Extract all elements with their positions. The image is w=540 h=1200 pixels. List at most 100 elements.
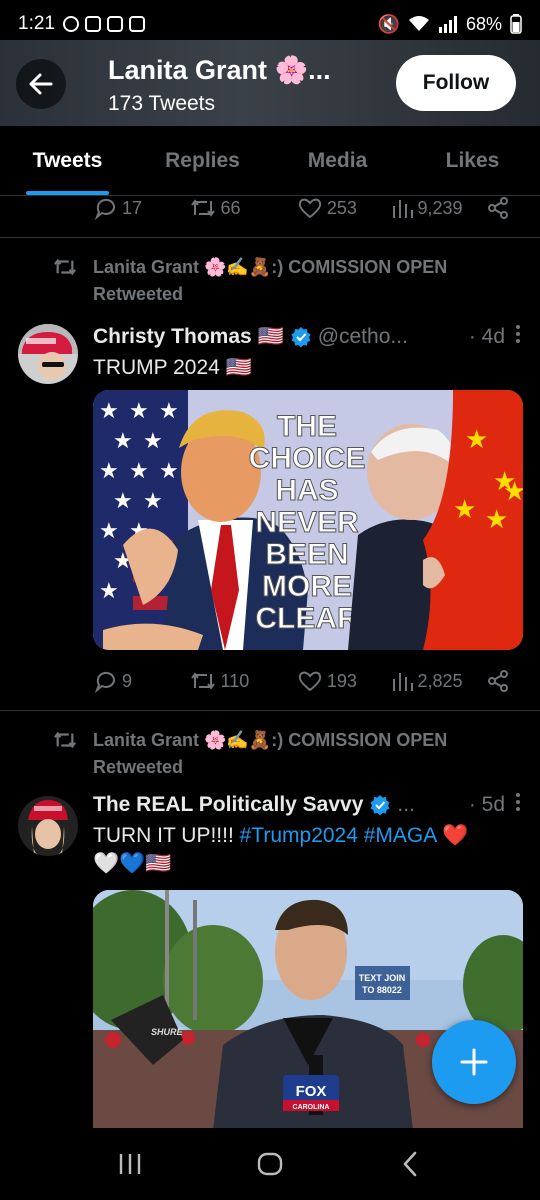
wifi-icon [408, 16, 429, 31]
tab-replies[interactable]: Replies [135, 126, 270, 195]
svg-text:★: ★ [113, 489, 133, 514]
home-button[interactable] [240, 1139, 300, 1189]
retweet-icon [190, 672, 215, 690]
svg-text:★: ★ [143, 429, 163, 454]
follow-button[interactable]: Follow [396, 55, 516, 111]
notification-icons [62, 16, 145, 32]
mute-icon: 🔇 [377, 13, 400, 34]
verified-badge-icon [369, 794, 391, 816]
tweet-time[interactable]: · 4d [469, 325, 505, 349]
retweeter-name: Lanita Grant 🌸✍️🧸:) COMISSION OPEN [93, 730, 448, 750]
tweet-header: Christy Thomas 🇺🇸 @cetho... · 4d [93, 322, 523, 352]
share-icon [488, 670, 508, 692]
fox-sub-logo: CAROLINA [293, 1104, 330, 1111]
tweet-image[interactable]: ★ ★ ★ ★ ★ ★ ★ ★ ★ ★ ★ ★ ★ ★ THE CHOICE HAS NEVER… [93, 390, 523, 650]
image-text-line: MORE [262, 570, 352, 603]
back-button[interactable] [16, 59, 66, 109]
video-overlay-text: TO 88022 [362, 985, 402, 995]
hashtag-link[interactable]: #Trump2024 [240, 824, 358, 847]
image-icon [128, 16, 145, 32]
tweet-text-emoji: ❤️ [436, 824, 469, 847]
tab-tweets[interactable]: Tweets [0, 126, 135, 195]
video-overlay-text: TEXT JOIN [359, 973, 406, 983]
more-options-button[interactable] [513, 322, 523, 352]
retweet-button[interactable]: 66 [189, 196, 297, 220]
image-text-line: THE [277, 410, 337, 443]
svg-text:★: ★ [129, 459, 149, 484]
avatar[interactable] [18, 324, 78, 384]
more-vertical-icon [516, 793, 520, 811]
like-count: 193 [326, 670, 357, 691]
like-count: 253 [326, 197, 357, 218]
avatar-image [18, 796, 78, 856]
svg-text:★: ★ [99, 579, 119, 604]
prev-tweet-actions: 17 66 253 9,239 [94, 193, 510, 223]
retweet-context-text[interactable]: Lanita Grant 🌸✍️🧸:) COMISSION OPEN Retwe… [93, 727, 493, 781]
heart-icon [298, 671, 322, 692]
reply-icon [94, 198, 115, 220]
share-icon [488, 197, 508, 219]
fox-logo: FOX [296, 1083, 327, 1100]
reply-count: 17 [122, 197, 143, 218]
tab-likes[interactable]: Likes [405, 126, 540, 195]
retweeted-label: Retweeted [93, 757, 184, 777]
tweet-text: TRUMP 2024 🇺🇸 [93, 356, 252, 379]
profile-header: Lanita Grant 🌸... 173 Tweets Follow [0, 40, 540, 126]
author-handle[interactable]: ... [397, 793, 415, 817]
views-button[interactable]: 2,825 [391, 669, 486, 693]
compose-tweet-button[interactable] [432, 1020, 516, 1104]
author-name[interactable]: Christy Thomas 🇺🇸 [93, 325, 284, 349]
retweet-count: 110 [220, 670, 250, 691]
tweet-header: The REAL Politically Savvy ... · 5d [93, 790, 523, 820]
divider [0, 237, 540, 238]
views-icon [393, 200, 414, 218]
system-nav-bar [0, 1128, 540, 1200]
avatar[interactable] [18, 796, 78, 856]
more-options-button[interactable] [513, 790, 523, 820]
tweet-text: TURN IT UP!!!! #Trump2024 #MAGA ❤️ 🤍💙🇺🇸 [93, 822, 513, 878]
facebook-icon [62, 16, 79, 32]
plus-icon [460, 1048, 488, 1076]
views-icon [393, 673, 414, 691]
svg-text:★: ★ [99, 519, 119, 544]
hashtag-link[interactable]: #MAGA [358, 824, 436, 847]
like-button[interactable]: 253 [297, 196, 392, 220]
share-button[interactable] [486, 669, 510, 693]
image-text-line: CLEAR [255, 602, 359, 635]
svg-text:★: ★ [113, 429, 133, 454]
svg-text:★: ★ [159, 459, 179, 484]
like-button[interactable]: 193 [297, 669, 392, 693]
profile-name: Lanita Grant 🌸... [108, 55, 331, 85]
svg-text:★: ★ [485, 505, 508, 535]
back-nav-button[interactable] [380, 1139, 440, 1189]
retweet-button[interactable]: 110 [189, 669, 297, 693]
retweet-icon [54, 258, 76, 276]
chevron-left-icon [403, 1151, 417, 1177]
signal-icon [438, 16, 457, 33]
retweeter-name: Lanita Grant 🌸✍️🧸:) COMISSION OPEN [93, 257, 448, 277]
svg-text:★: ★ [143, 489, 163, 514]
home-icon [257, 1152, 283, 1176]
tweet-time[interactable]: · 5d [469, 793, 505, 817]
tweet-text-body: TURN IT UP!!!! [93, 824, 240, 847]
retweet-context-text[interactable]: Lanita Grant 🌸✍️🧸:) COMISSION OPEN Retwe… [93, 254, 493, 308]
views-button[interactable]: 9,239 [391, 196, 486, 220]
retweet-icon [54, 731, 76, 749]
author-handle[interactable]: @cetho... [318, 325, 408, 349]
image-text-line: BEEN [265, 538, 348, 571]
svg-text:★: ★ [453, 495, 476, 525]
share-button[interactable] [486, 196, 510, 220]
author-name[interactable]: The REAL Politically Savvy [93, 793, 363, 817]
message-icon [84, 16, 101, 32]
tweet-actions: 9 110 193 2,825 [94, 666, 510, 696]
retweet-icon [190, 199, 215, 217]
more-vertical-icon [516, 325, 520, 343]
recent-apps-button[interactable] [100, 1139, 160, 1189]
reply-button[interactable]: 17 [94, 196, 189, 220]
reply-button[interactable]: 9 [94, 669, 189, 693]
battery-icon [510, 14, 522, 34]
lock-icon [106, 16, 123, 32]
avatar-image [18, 324, 78, 384]
tab-media[interactable]: Media [270, 126, 405, 195]
divider [0, 710, 540, 711]
